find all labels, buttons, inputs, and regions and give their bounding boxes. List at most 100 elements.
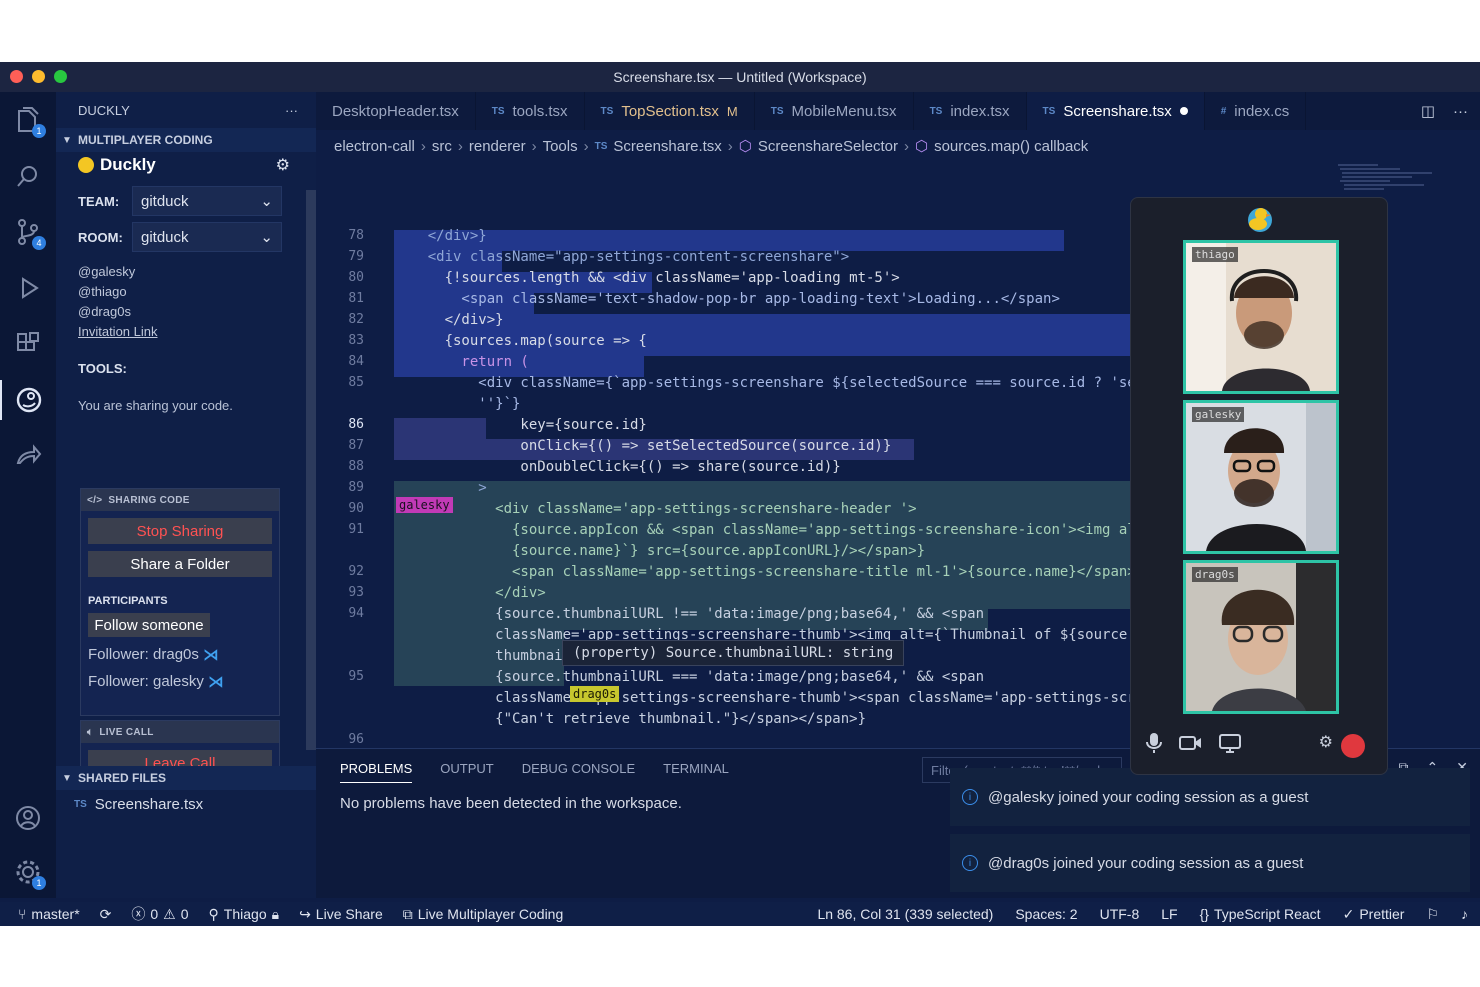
multiplayer-status[interactable]: ⧉ Live Multiplayer Coding bbox=[403, 904, 564, 924]
shared-file-item[interactable]: TS Screenshare.tsx bbox=[74, 796, 203, 813]
breadcrumb-item[interactable]: ScreenshareSelector bbox=[758, 138, 898, 155]
code-line: <div className="app-settings-content-scr… bbox=[394, 249, 850, 265]
code-line: {source.thumbnailURL === 'data:image/png… bbox=[394, 669, 985, 685]
formatter-label: Prettier bbox=[1359, 906, 1405, 922]
tab-terminal[interactable]: TERMINAL bbox=[663, 761, 729, 783]
breadcrumb-item[interactable]: sources.map() callback bbox=[934, 138, 1088, 155]
invitation-link[interactable]: Invitation Link bbox=[78, 324, 158, 339]
end-call-button[interactable] bbox=[1341, 734, 1365, 758]
room-user: @drag0s bbox=[78, 304, 131, 319]
tab-index[interactable]: TS index.tsx bbox=[914, 92, 1027, 130]
screen-share-icon[interactable] bbox=[1219, 733, 1241, 758]
vscode-window: Screenshare.tsx — Untitled (Workspace) 1… bbox=[0, 62, 1480, 926]
line-number: 93 bbox=[348, 585, 364, 600]
eol-status[interactable]: LF bbox=[1161, 906, 1177, 923]
video-tile-thiago[interactable]: thiago bbox=[1183, 240, 1339, 394]
team-select[interactable]: gitduck ⌄ bbox=[132, 186, 282, 216]
tab-problems[interactable]: PROBLEMS bbox=[340, 761, 413, 783]
tools-heading: TOOLS: bbox=[78, 361, 127, 376]
maximize-window-button[interactable] bbox=[54, 70, 67, 83]
tab-tools[interactable]: TS tools.tsx bbox=[476, 92, 585, 130]
follow-someone-button[interactable]: Follow someone bbox=[88, 613, 210, 637]
warning-icon: ⚠ bbox=[163, 905, 176, 922]
multiplayer-section-header[interactable]: ▼ MULTIPLAYER CODING bbox=[56, 128, 316, 152]
microphone-icon[interactable] bbox=[1145, 732, 1163, 759]
problems-status[interactable]: ⓧ 0 ⚠ 0 bbox=[131, 904, 188, 924]
participant-name: galesky bbox=[1192, 407, 1245, 422]
branch-status[interactable]: ⑂ master* bbox=[18, 904, 80, 924]
indentation-status[interactable]: Spaces: 2 bbox=[1015, 906, 1077, 923]
tab-topsection[interactable]: TS TopSection.tsx M bbox=[585, 92, 755, 130]
window-controls bbox=[10, 70, 67, 83]
breadcrumb-item[interactable]: Screenshare.tsx bbox=[613, 138, 721, 155]
explorer-badge: 1 bbox=[32, 124, 46, 138]
tab-debug-console[interactable]: DEBUG CONSOLE bbox=[522, 761, 635, 783]
duckly-settings-gear-icon[interactable]: ⚙ bbox=[276, 155, 290, 175]
cursor-position[interactable]: Ln 86, Col 31 (339 selected) bbox=[817, 906, 993, 923]
participant-video-drag0s bbox=[1186, 563, 1336, 711]
tab-desktopheader[interactable]: DesktopHeader.tsx bbox=[316, 92, 476, 130]
lock-icon: 🔒︎ bbox=[271, 905, 280, 922]
user-status[interactable]: ⚲ Thiago 🔒︎ bbox=[209, 904, 280, 924]
language-status[interactable]: {} TypeScript React bbox=[1200, 906, 1321, 923]
live-share-status[interactable]: ↪ Live Share bbox=[299, 904, 383, 924]
symbol-cube-icon: ⬡ bbox=[738, 138, 752, 155]
modified-marker: M bbox=[726, 103, 738, 119]
call-settings-gear-icon[interactable]: ⚙ bbox=[1319, 732, 1333, 752]
tab-index-css[interactable]: # index.cs bbox=[1205, 92, 1307, 130]
live-share-icon[interactable] bbox=[8, 436, 48, 476]
run-debug-icon[interactable] bbox=[8, 268, 48, 308]
feedback-icon[interactable]: ⚐ bbox=[1426, 906, 1439, 923]
tab-label: tools.tsx bbox=[512, 102, 568, 120]
minimize-window-button[interactable] bbox=[32, 70, 45, 83]
breadcrumb-item[interactable]: Tools bbox=[543, 138, 578, 155]
error-icon: ⓧ bbox=[131, 906, 146, 922]
share-folder-button[interactable]: Share a Folder bbox=[88, 551, 272, 577]
notification-toast[interactable]: i @drag0s joined your coding session as … bbox=[950, 834, 1470, 892]
source-control-icon[interactable]: 4 bbox=[8, 212, 48, 252]
files-icon[interactable]: 1 bbox=[8, 100, 48, 140]
split-editor-icon[interactable]: ◫ bbox=[1421, 102, 1435, 120]
live-call-header: 🔈︎ LIVE CALL bbox=[81, 721, 279, 743]
prettier-status[interactable]: ✓ Prettier bbox=[1343, 906, 1405, 923]
sidebar-scrollbar[interactable] bbox=[306, 190, 316, 750]
video-tile-galesky[interactable]: galesky bbox=[1183, 400, 1339, 554]
line-number: 89 bbox=[348, 480, 364, 495]
room-user: @thiago bbox=[78, 284, 127, 299]
settings-gear-icon[interactable]: 1 bbox=[8, 852, 48, 892]
sync-icon[interactable]: ⟳ bbox=[100, 904, 112, 924]
line-number: 90 bbox=[348, 501, 364, 516]
duckly-panel: Duckly ⚙ TEAM: gitduck ⌄ ROOM: gitduck ⌄ bbox=[56, 152, 306, 413]
source-control-badge: 4 bbox=[32, 236, 46, 250]
camera-icon[interactable] bbox=[1179, 734, 1203, 757]
extensions-icon[interactable] bbox=[8, 324, 48, 364]
duckly-icon[interactable] bbox=[0, 380, 56, 420]
close-window-button[interactable] bbox=[10, 70, 23, 83]
notification-toast[interactable]: i @galesky joined your coding session as… bbox=[950, 768, 1470, 826]
video-call-window[interactable]: thiago galesky drag0s ⚙ bbox=[1130, 197, 1388, 775]
more-actions-icon[interactable]: ··· bbox=[285, 103, 298, 118]
stop-sharing-button[interactable]: Stop Sharing bbox=[88, 518, 272, 544]
duck-logo-icon bbox=[78, 157, 94, 173]
breadcrumb-item[interactable]: src bbox=[432, 138, 452, 155]
tab-label: DesktopHeader.tsx bbox=[332, 102, 459, 120]
shared-files-header[interactable]: ▼ SHARED FILES bbox=[56, 766, 316, 790]
room-select[interactable]: gitduck ⌄ bbox=[132, 222, 282, 252]
tab-mobilemenu[interactable]: TS MobileMenu.tsx bbox=[755, 92, 914, 130]
git-branch-icon: ⑂ bbox=[18, 906, 27, 922]
line-number: 86 bbox=[348, 417, 364, 432]
symbol-cube-icon: ⬡ bbox=[914, 138, 929, 155]
room-row: ROOM: gitduck ⌄ bbox=[78, 222, 306, 252]
encoding-status[interactable]: UTF-8 bbox=[1100, 906, 1140, 923]
breadcrumb-item[interactable]: electron-call bbox=[334, 138, 415, 155]
tab-output[interactable]: OUTPUT bbox=[440, 761, 493, 783]
line-number: 81 bbox=[348, 291, 364, 306]
more-actions-icon[interactable]: ··· bbox=[1453, 103, 1468, 120]
search-icon[interactable] bbox=[8, 156, 48, 196]
video-tile-drag0s[interactable]: drag0s bbox=[1183, 560, 1339, 714]
bell-icon[interactable]: ♪ bbox=[1461, 906, 1468, 923]
unsaved-dot-icon[interactable] bbox=[1179, 107, 1188, 115]
account-icon[interactable] bbox=[8, 798, 48, 838]
breadcrumb-item[interactable]: renderer bbox=[469, 138, 526, 155]
tab-screenshare[interactable]: TS Screenshare.tsx bbox=[1026, 92, 1205, 130]
